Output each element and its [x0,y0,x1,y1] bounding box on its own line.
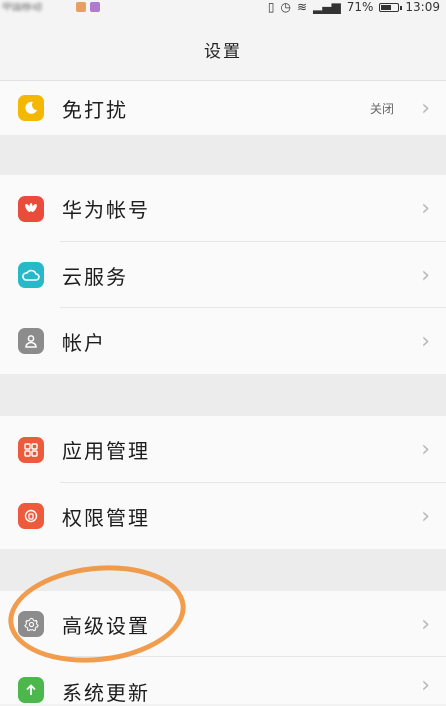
settings-item-label: 帐户 [62,330,106,355]
chevron-right-icon: › [421,611,430,637]
status-left: 中国移动 [0,0,100,14]
settings-item-label: 系统更新 [62,681,150,705]
settings-item-huawei-id[interactable]: 华为帐号 › [0,175,446,242]
battery-level [381,4,392,10]
chevron-right-icon: › [421,328,430,354]
header: 设置 [0,18,446,81]
carrier-name: 中国移动 [2,2,42,12]
settings-item-cloud-service[interactable]: 云服务 › [0,242,446,308]
gear-icon [18,611,44,637]
settings-item-label: 高级设置 [62,613,150,638]
arrow-up-icon [18,677,44,703]
status-bar: 中国移动 ▯ ◷ ≋ ▂▄▆ 71% 13:09 [0,0,446,18]
app-notification-icon [90,2,100,12]
signal-icon: ▂▄▆ [313,0,341,14]
settings-item-accounts[interactable]: 帐户 › [0,308,446,374]
page-title: 设置 [204,41,242,62]
apps-grid-icon [18,436,44,463]
moon-icon [18,95,44,121]
chevron-right-icon: › [421,503,430,529]
settings-item-app-management[interactable]: 应用管理 › [0,416,446,483]
chevron-right-icon: › [421,673,430,698]
settings-item-label: 权限管理 [62,505,150,530]
settings-item-label: 应用管理 [62,439,150,463]
vibrate-icon: ▯ [267,0,275,14]
settings-item-system-update[interactable]: 系统更新 › [0,657,446,705]
section-gap [0,374,446,416]
settings-item-do-not-disturb[interactable]: 免打扰 关闭 › [0,81,446,135]
cloud-icon [18,262,44,288]
wifi-icon: ≋ [296,0,308,14]
settings-item-permission-management[interactable]: 权限管理 › [0,483,446,549]
clock: 13:09 [405,0,440,14]
section-gap [0,549,446,591]
status-right: ▯ ◷ ≋ ▂▄▆ 71% 13:09 [268,0,440,14]
settings-item-label: 华为帐号 [62,198,150,222]
chevron-right-icon: › [421,437,430,462]
settings-item-advanced-settings[interactable]: 高级设置 › [0,591,446,657]
settings-item-label: 免打扰 [62,97,128,122]
chevron-right-icon: › [421,95,430,121]
chevron-right-icon: › [421,196,430,221]
notification-icon [76,2,86,12]
shield-icon [18,503,44,529]
alarm-icon: ◷ [280,0,291,14]
person-icon [18,328,44,354]
chevron-right-icon: › [421,262,430,288]
huawei-logo-icon [18,195,44,222]
section-gap [0,135,446,175]
battery-percent: 71% [346,0,374,14]
settings-item-label: 云服务 [62,264,128,289]
do-not-disturb-value: 关闭 [369,101,394,116]
battery-icon [379,2,403,12]
